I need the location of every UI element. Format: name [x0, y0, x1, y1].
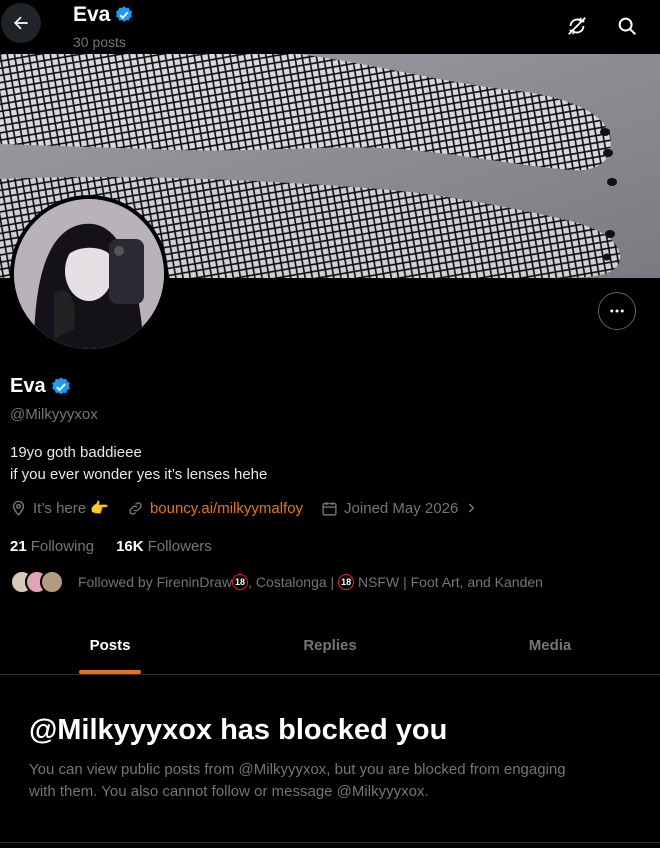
location-pin-icon — [12, 500, 25, 516]
verified-badge-icon — [116, 6, 133, 22]
tab-label: Posts — [89, 636, 131, 654]
tab-media[interactable]: Media — [440, 616, 660, 674]
adult-18-badge: 18 — [338, 574, 355, 590]
link-icon — [129, 501, 142, 515]
joined-item[interactable]: Joined May 2026 — [321, 500, 478, 517]
following-count: 21 — [10, 538, 27, 555]
website-link[interactable]: bouncy.ai/milkyymalfoy — [150, 500, 303, 517]
top-bar: Eva 30 posts — [0, 0, 660, 53]
followers-label: Followers — [147, 538, 212, 555]
profile-name: Eva — [10, 375, 72, 398]
blocked-title: @Milkyyyxox has blocked you — [29, 714, 448, 746]
followed-by-suffix: NSFW | Foot Art, and Kanden — [354, 574, 543, 590]
followers-link[interactable]: 16K Followers — [116, 538, 212, 555]
followed-by[interactable]: Followed by FireninDraw 18 , Costalonga … — [10, 570, 543, 594]
following-label: Following — [30, 538, 95, 555]
follower-avatar — [40, 570, 64, 594]
followed-by-middle: , Costalonga | — [248, 574, 339, 590]
avatar[interactable] — [10, 195, 168, 353]
more-horizontal-icon — [610, 309, 624, 313]
blocked-description: You can view public posts from @Milkyyyx… — [29, 761, 566, 800]
header-title: Eva — [73, 3, 134, 27]
calendar-icon — [322, 501, 337, 516]
header-name: Eva — [73, 3, 111, 26]
bio-line-1: 19yo goth baddieee — [10, 444, 142, 461]
more-options-button[interactable] — [598, 292, 636, 330]
tab-label: Replies — [303, 636, 357, 654]
refresh-off-icon — [568, 17, 586, 35]
refresh-off-button[interactable] — [561, 10, 593, 42]
chevron-right-icon — [469, 503, 475, 513]
profile-meta: It’s here 👉 bouncy.ai/milkyymalfoy Joine… — [10, 499, 496, 517]
search-icon — [618, 17, 636, 35]
adult-18-badge: 18 — [232, 574, 249, 590]
followed-by-prefix: Followed by FireninDraw — [78, 574, 233, 590]
search-button[interactable] — [611, 10, 643, 42]
verified-badge-icon[interactable] — [50, 376, 72, 398]
followers-count: 16K — [116, 538, 144, 555]
active-tab-indicator — [79, 670, 141, 674]
tab-label: Media — [528, 636, 572, 654]
avatar-image — [14, 199, 164, 349]
joined-text: Joined May 2026 — [344, 499, 459, 517]
divider — [0, 842, 660, 843]
profile-handle: @Milkyyyxox — [10, 406, 98, 423]
profile-name-text: Eva — [10, 375, 46, 397]
follow-counts: 21 Following 16K Followers — [10, 538, 212, 555]
profile-tabs: Posts Replies Media — [0, 616, 660, 675]
website-item: bouncy.ai/milkyymalfoy — [127, 500, 303, 517]
profile-bio: 19yo goth baddieee if you ever wonder ye… — [10, 442, 267, 486]
arrow-left-icon — [14, 16, 28, 30]
following-link[interactable]: 21 Following — [10, 538, 94, 555]
posts-count: 30 posts — [73, 34, 126, 50]
location-text: It’s here 👉 — [33, 500, 109, 517]
back-button[interactable] — [1, 3, 41, 43]
tab-replies[interactable]: Replies — [220, 616, 440, 674]
bio-line-2: if you ever wonder yes it’s lenses hehe — [10, 466, 268, 483]
location-item: It’s here 👉 — [10, 499, 109, 517]
tab-posts[interactable]: Posts — [0, 616, 220, 674]
